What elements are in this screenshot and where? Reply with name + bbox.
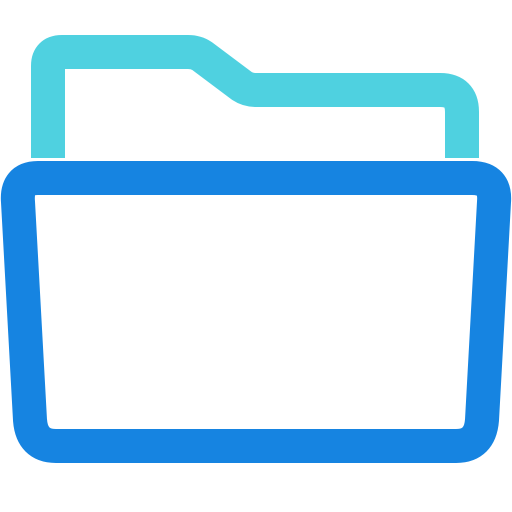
folder-back-panel xyxy=(31,35,479,158)
folder-front-panel xyxy=(0,161,512,463)
icon-canvas xyxy=(0,0,512,512)
open-folder-icon xyxy=(0,35,512,463)
